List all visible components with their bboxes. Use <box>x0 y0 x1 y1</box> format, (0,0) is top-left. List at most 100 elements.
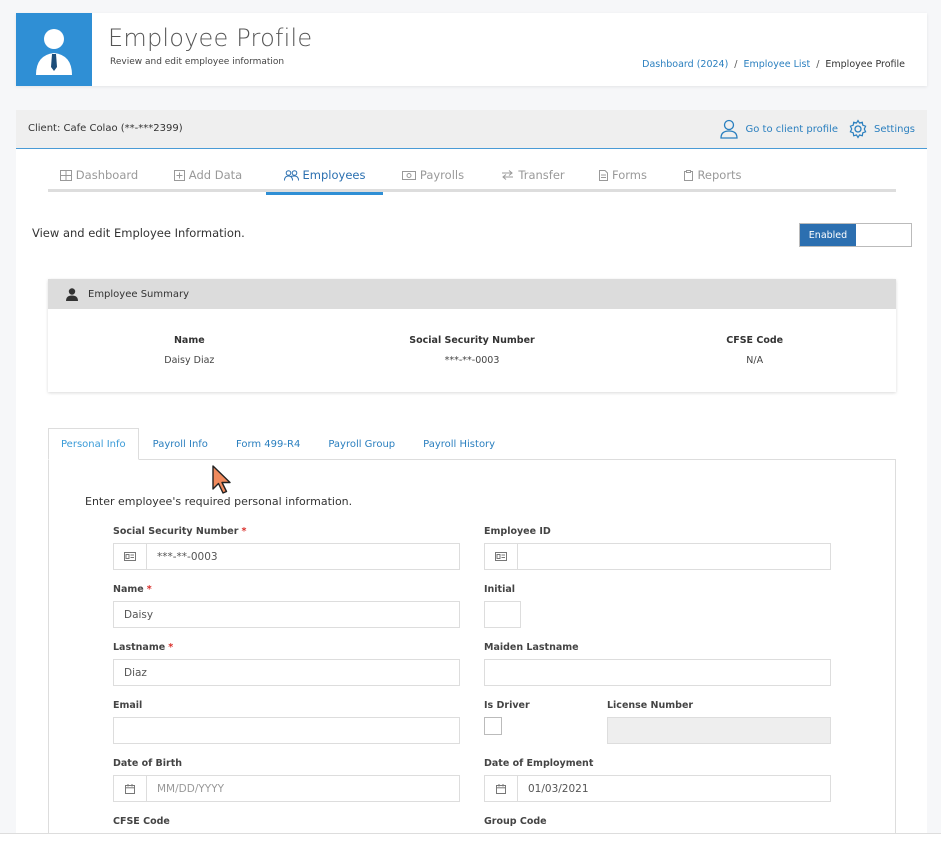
required-mark: * <box>241 526 247 537</box>
is-driver-checkbox[interactable] <box>484 717 502 735</box>
intro-text: View and edit Employee Information. <box>32 226 245 240</box>
tab-dashboard[interactable]: Dashboard <box>48 158 150 192</box>
main-nav-tabs: Dashboard Add Data Employees Payrolls Tr… <box>48 158 896 195</box>
maiden-lastname-input[interactable] <box>484 659 831 686</box>
client-bar: Client: Cafe Colao (**-***2399) Go to cl… <box>16 110 927 149</box>
doe-value: 01/03/2021 <box>528 782 589 795</box>
employee-summary-card: Employee Summary Name Daisy Diaz Social … <box>48 279 896 392</box>
license-number-label: License Number <box>607 700 694 711</box>
maiden-lastname-label: Maiden Lastname <box>484 642 579 653</box>
required-mark: * <box>168 642 174 653</box>
summary-cfse-label: CFSE Code <box>726 335 784 346</box>
tab-transfer-label: Transfer <box>518 168 565 182</box>
tab-reports-label: Reports <box>697 168 742 182</box>
doe-label: Date of Employment <box>484 758 594 769</box>
mouse-cursor-icon <box>212 465 231 494</box>
tab-forms[interactable]: Forms <box>583 158 663 192</box>
plus-square-icon <box>173 169 185 181</box>
employee-avatar-icon <box>16 13 92 86</box>
page-subtitle: Review and edit employee information <box>110 57 285 67</box>
tab-dashboard-label: Dashboard <box>75 168 139 182</box>
users-icon <box>283 169 299 181</box>
client-actions: Go to client profile Settings <box>719 119 915 139</box>
tab-employees[interactable]: Employees <box>266 158 383 195</box>
summary-ssn: Social Security Number ***-**-0003 <box>331 335 614 366</box>
settings-label: Settings <box>873 123 915 135</box>
tab-employees-label: Employees <box>302 168 366 182</box>
tab-reports[interactable]: Reports <box>663 158 763 192</box>
id-card-icon <box>114 544 147 569</box>
personal-info-form: Enter employee's required personal infor… <box>48 459 896 844</box>
initial-input[interactable] <box>484 601 521 628</box>
summary-header: Employee Summary <box>48 279 896 309</box>
tab-payrolls-label: Payrolls <box>419 168 465 182</box>
name-label: Name * <box>113 584 152 595</box>
form-intro: Enter employee's required personal infor… <box>85 495 353 508</box>
breadcrumb-separator: / <box>816 59 820 70</box>
calendar-icon <box>114 776 147 801</box>
page-header: Employee Profile Review and edit employe… <box>16 13 927 86</box>
name-label-text: Name <box>113 584 144 595</box>
main-panel: Client: Cafe Colao (**-***2399) Go to cl… <box>16 110 927 844</box>
subtab-form-499-r4[interactable]: Form 499-R4 <box>222 428 314 460</box>
tab-add-data[interactable]: Add Data <box>150 158 266 192</box>
ssn-value: ***-**-0003 <box>157 550 218 563</box>
dob-label: Date of Birth <box>113 758 183 769</box>
employee-id-field[interactable] <box>484 543 831 570</box>
breadcrumb-dashboard-link[interactable]: Dashboard (2024) <box>642 59 728 70</box>
doe-field[interactable]: 01/03/2021 <box>484 775 831 802</box>
tab-transfer[interactable]: Transfer <box>483 158 583 192</box>
ssn-field[interactable]: ***-**-0003 <box>113 543 460 570</box>
enabled-toggle[interactable]: Enabled <box>799 223 912 247</box>
summary-cfse-value: N/A <box>746 355 764 366</box>
lastname-input[interactable]: Diaz <box>113 659 460 686</box>
ssn-label: Social Security Number * <box>113 526 246 537</box>
money-icon <box>401 170 416 180</box>
summary-name-label: Name <box>173 335 205 346</box>
user-outline-icon <box>720 119 739 139</box>
employee-id-value <box>518 544 528 569</box>
settings-button[interactable]: Settings <box>848 119 915 139</box>
id-card-icon <box>485 544 518 569</box>
cfse-code-label: CFSE Code <box>113 816 170 827</box>
email-input[interactable] <box>113 717 460 744</box>
is-driver-label: Is Driver <box>484 700 530 711</box>
dob-field[interactable]: MM/DD/YYYY <box>113 775 460 802</box>
dob-placeholder: MM/DD/YYYY <box>157 782 225 795</box>
tab-payrolls[interactable]: Payrolls <box>383 158 483 192</box>
document-icon <box>599 169 609 181</box>
subtab-payroll-info[interactable]: Payroll Info <box>139 428 222 460</box>
subtab-payroll-history[interactable]: Payroll History <box>409 428 509 460</box>
summary-ssn-value: ***-**-0003 <box>444 355 500 366</box>
summary-cfse: CFSE Code N/A <box>613 335 896 366</box>
lastname-label: Lastname * <box>113 642 173 653</box>
lastname-label-text: Lastname <box>113 642 166 653</box>
transfer-icon <box>502 170 514 180</box>
user-icon <box>66 287 78 301</box>
subtab-personal-info[interactable]: Personal Info <box>48 428 139 460</box>
tab-add-data-label: Add Data <box>188 168 243 182</box>
ssn-label-text: Social Security Number <box>113 526 239 537</box>
page-bottom-edge <box>0 833 941 844</box>
breadcrumb-current: Employee Profile <box>825 59 905 70</box>
name-input[interactable]: Daisy <box>113 601 460 628</box>
summary-ssn-label: Social Security Number <box>409 335 535 346</box>
breadcrumb: Dashboard (2024) / Employee List / Emplo… <box>642 59 905 70</box>
profile-sub-tabs: Personal Info Payroll Info Form 499-R4 P… <box>48 428 509 460</box>
group-code-label: Group Code <box>484 816 547 827</box>
summary-columns: Name Daisy Diaz Social Security Number *… <box>48 309 896 366</box>
page-title: Employee Profile <box>108 24 313 52</box>
breadcrumb-employee-list-link[interactable]: Employee List <box>744 59 811 70</box>
clipboard-icon <box>684 169 694 181</box>
breadcrumb-separator: / <box>734 59 738 70</box>
grid-icon <box>59 169 72 181</box>
summary-name: Name Daisy Diaz <box>48 335 331 366</box>
subtab-payroll-group[interactable]: Payroll Group <box>314 428 409 460</box>
go-to-client-profile-button[interactable]: Go to client profile <box>719 119 838 139</box>
toggle-enabled-label: Enabled <box>800 224 856 246</box>
email-label: Email <box>113 700 143 711</box>
license-number-input[interactable] <box>607 717 831 744</box>
go-to-client-profile-label: Go to client profile <box>745 123 838 135</box>
employee-id-label: Employee ID <box>484 526 551 537</box>
summary-name-value: Daisy Diaz <box>164 355 215 366</box>
